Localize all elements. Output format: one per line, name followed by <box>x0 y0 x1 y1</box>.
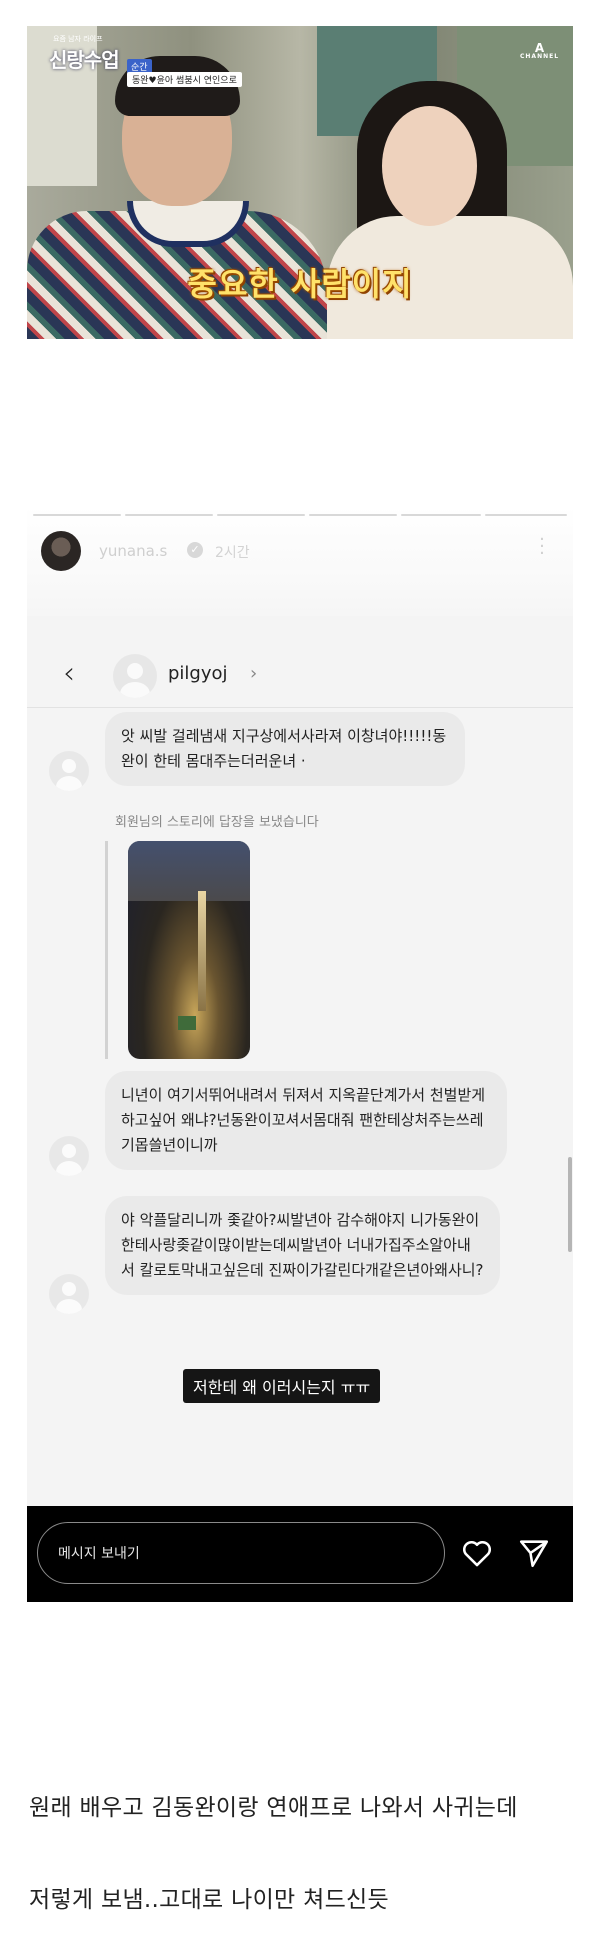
story-username[interactable]: yunana.s <box>99 542 167 560</box>
message-avatar <box>49 1136 89 1176</box>
instagram-story: yunana.s ✓ 2시간 · · · ‹ pilgyoj › 앗 씨발 걸레냄새… <box>27 506 573 1602</box>
send-icon[interactable] <box>517 1536 551 1570</box>
story-progress-segment <box>401 514 481 516</box>
show-logo: 신랑수업 <box>49 48 120 72</box>
heart-icon[interactable] <box>460 1536 494 1570</box>
message-avatar <box>49 751 89 791</box>
more-vertical-icon[interactable]: · · · <box>539 531 545 563</box>
story-caption: 저한테 왜 이러시는지 ㅠㅠ <box>183 1369 381 1403</box>
scrollbar[interactable] <box>568 1157 572 1252</box>
top-caption: 동완♥윤아 썸붐시 연인으로 <box>127 72 242 87</box>
story-progress-segment <box>217 514 305 516</box>
post-text-line: 원래 배우고 김동완이랑 연애프로 나와서 사귀는데 <box>29 1795 518 1821</box>
story-background <box>27 506 573 1506</box>
story-thumbnail[interactable] <box>128 841 250 1059</box>
story-time: 2시간 <box>215 545 250 561</box>
story-progress-segment <box>33 514 121 516</box>
message-bubble: 야 악플달리니까 좇같아?씨발년아 감수해야지 니가동완이한테사랑좆같이많이받는… <box>105 1196 500 1295</box>
story-progress-segment <box>485 514 567 516</box>
story-progress-segment <box>309 514 397 516</box>
thumbnail-sky <box>128 841 250 901</box>
post-text-line: 저렇게 보냄..고대로 나이만 쳐드신듯 <box>29 1887 389 1913</box>
thumbnail-park <box>178 1016 196 1030</box>
channel-logo: A CHANNEL <box>520 42 559 60</box>
dm-header-divider <box>27 707 573 708</box>
story-progress-segment <box>125 514 213 516</box>
show-logo-sub: 요즘 남자 라이프 <box>53 35 103 43</box>
send-message-placeholder: 메시지 보내기 <box>58 1546 140 1562</box>
channel-name: CHANNEL <box>520 53 560 60</box>
story-reply-note: 회원님의 스토리에 답장을 보냈습니다 <box>115 815 319 830</box>
dm-avatar[interactable] <box>113 654 157 698</box>
verified-check-icon: ✓ <box>187 542 203 558</box>
message-bubble: 앗 씨발 걸레냄새 지구상에서사라져 이창녀야!!!!!동완이 한테 몸대주는더… <box>105 712 465 786</box>
story-avatar[interactable] <box>41 531 81 571</box>
message-bubble: 니년이 여기서뛰어내려서 뒤져서 지옥끝단계가서 천벌받게하고싶어 왜냐?넌동완… <box>105 1071 507 1170</box>
send-message-input[interactable]: 메시지 보내기 <box>37 1522 445 1584</box>
back-chevron-icon[interactable]: ‹ <box>63 656 75 691</box>
reply-quote-bar <box>105 841 108 1059</box>
dm-username[interactable]: pilgyoj <box>168 663 228 684</box>
story-top-fade <box>27 506 573 616</box>
tv-screenshot: 요즘 남자 라이프 신랑수업 순간 동완♥윤아 썸붐시 연인으로 A CHANN… <box>27 26 573 339</box>
chevron-right-icon[interactable]: › <box>250 663 257 684</box>
message-avatar <box>49 1274 89 1314</box>
tv-subtitle: 중요한 사람이지 <box>187 265 413 303</box>
thumbnail-tower <box>198 891 206 1011</box>
woman-face <box>382 106 477 226</box>
